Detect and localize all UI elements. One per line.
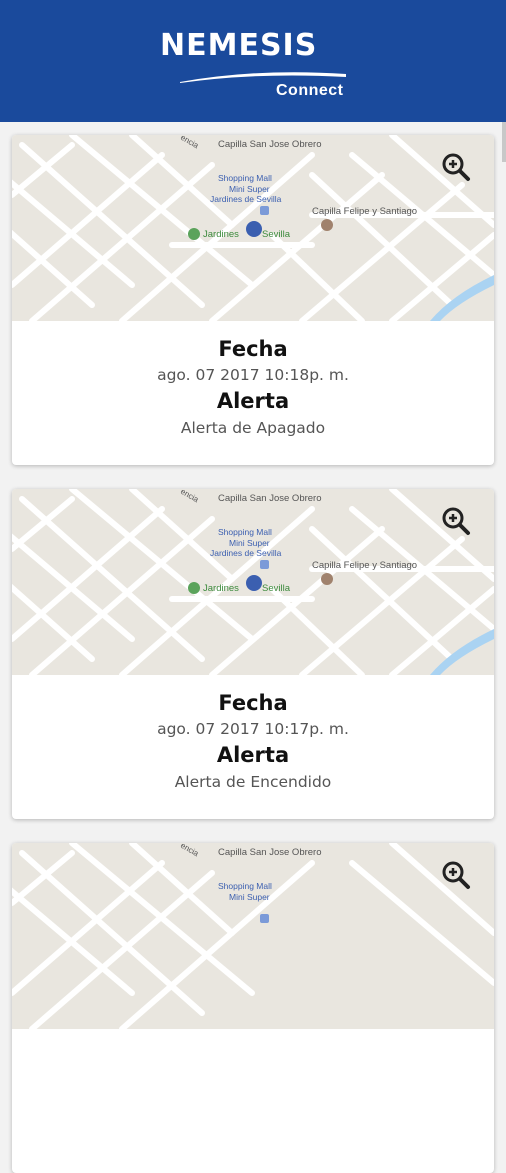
alert-card[interactable]: Capilla San Jose Obrero encia Shopping M… [12, 489, 494, 819]
map-view[interactable]: Capilla San Jose Obrero encia Shopping M… [12, 135, 494, 321]
map-label-mini-super: Mini Super [229, 538, 270, 548]
map-label-jardines-sevilla: Jardines de Sevilla [210, 194, 282, 204]
map-label-chapel: Capilla San Jose Obrero [218, 139, 322, 150]
map-view[interactable]: Capilla San Jose Obrero encia Shopping M… [12, 843, 494, 1029]
alert-info: Fecha ago. 07 2017 10:18p. m. Alerta Ale… [12, 321, 494, 465]
alert-value: Alerta de Apagado [180, 419, 326, 437]
map-label-mall: Shopping Mall [218, 527, 272, 537]
date-label: Fecha [218, 337, 288, 361]
map-streets [12, 135, 494, 321]
map-label-mall: Shopping Mall [218, 881, 272, 891]
map-label-park-left: Jardines [203, 583, 239, 594]
brand-name: NEMESIS [160, 28, 318, 63]
map-label-chapel: Capilla San Jose Obrero [218, 493, 322, 504]
scrollbar[interactable] [502, 122, 506, 162]
zoom-in-icon [442, 507, 470, 535]
map-label-mini-super: Mini Super [229, 892, 270, 902]
map-label-park-right: Sevilla [262, 229, 290, 240]
map-label-park-left: Jardines [203, 229, 239, 240]
alert-card[interactable]: Capilla San Jose Obrero encia Shopping M… [12, 843, 494, 1173]
map-label-chapel-felipe: Capilla Felipe y Santiago [312, 206, 418, 217]
map-streets [12, 489, 494, 675]
nemesis-logo: NEMESIS Connect [160, 22, 350, 104]
map-label-park-right: Sevilla [262, 583, 290, 594]
alert-value: Alerta de Encendido [174, 773, 332, 791]
map-streets [12, 843, 494, 1029]
app-header: NEMESIS Connect [0, 0, 506, 122]
alert-card[interactable]: Capilla San Jose Obrero encia Shopping M… [12, 135, 494, 465]
map-view[interactable]: Capilla San Jose Obrero encia Shopping M… [12, 489, 494, 675]
date-label: Fecha [218, 691, 288, 715]
map-label-chapel-felipe: Capilla Felipe y Santiago [312, 560, 418, 571]
date-value: ago. 07 2017 10:17p. m. [157, 720, 349, 738]
alert-label: Alerta [216, 743, 290, 767]
zoom-in-icon [442, 153, 470, 181]
map-label-jardines-sevilla: Jardines de Sevilla [210, 548, 282, 558]
brand-subtitle: Connect [276, 82, 344, 99]
date-value: ago. 07 2017 10:18p. m. [157, 366, 349, 384]
map-label-chapel: Capilla San Jose Obrero [218, 847, 322, 858]
zoom-in-button[interactable] [440, 859, 480, 899]
alert-info: Fecha ago. 07 2017 10:17p. m. Alerta Ale… [12, 675, 494, 819]
map-label-mini-super: Mini Super [229, 184, 270, 194]
zoom-in-icon [442, 861, 470, 889]
map-label-mall: Shopping Mall [218, 173, 272, 183]
zoom-in-button[interactable] [440, 505, 480, 545]
zoom-in-button[interactable] [440, 151, 480, 191]
alert-label: Alerta [216, 389, 290, 413]
